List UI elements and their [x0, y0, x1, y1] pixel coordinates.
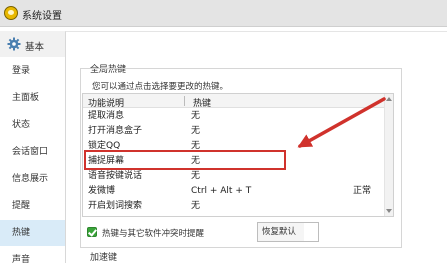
restore-default-button[interactable]: 恢复默认 — [257, 222, 319, 242]
red-arrow-annotation — [297, 97, 386, 148]
conflict-reminder-label[interactable]: 热键与其它软件冲突时提醒 — [102, 227, 204, 239]
conflict-reminder-checkbox[interactable] — [87, 227, 97, 237]
accelerator-keys-title: 加速键 — [90, 253, 118, 263]
